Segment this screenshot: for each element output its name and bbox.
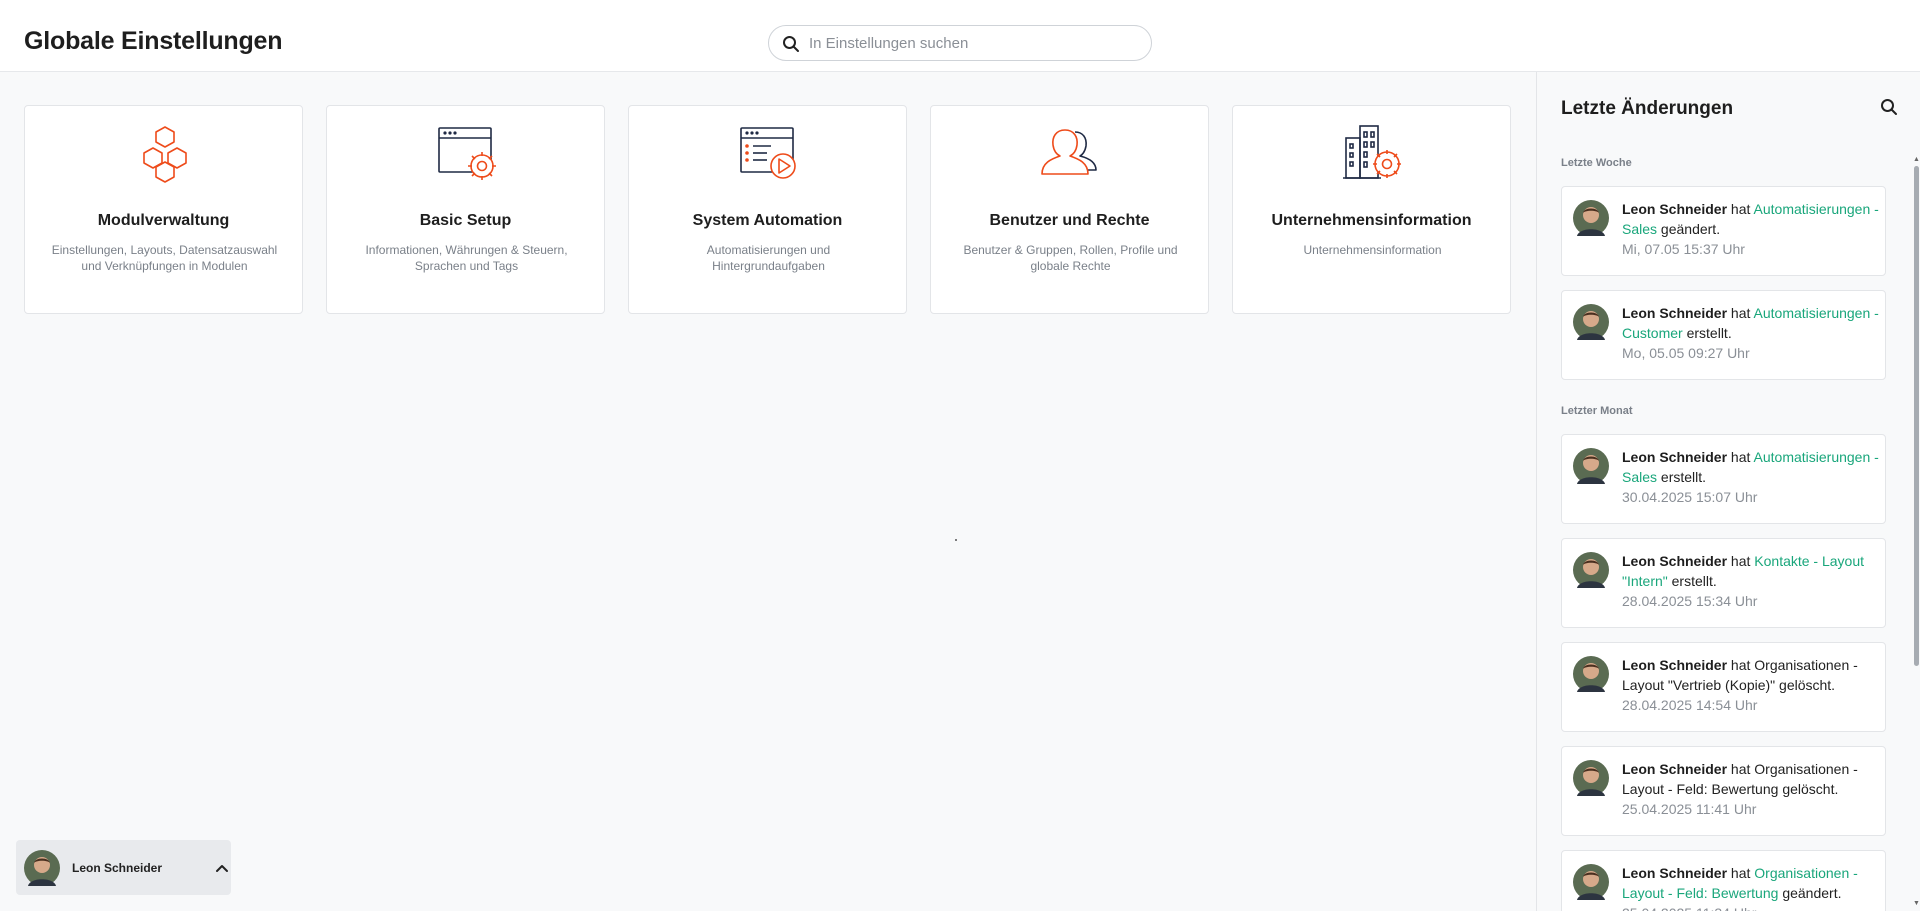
change-item: Leon Schneider hat Organisationen - Layo… bbox=[1561, 746, 1886, 836]
users-icon bbox=[1041, 129, 1097, 175]
avatar bbox=[1573, 864, 1609, 900]
change-text: Leon Schneider hat Organisationen - Layo… bbox=[1622, 863, 1880, 911]
change-action: erstellt. bbox=[1671, 573, 1717, 589]
card-unternehmensinformation[interactable]: Unternehmensinformation Unternehmensinfo… bbox=[1232, 105, 1511, 314]
change-date: Mo, 05.05 09:27 Uhr bbox=[1622, 345, 1750, 361]
change-item: Leon Schneider hat Automatisierungen - C… bbox=[1561, 290, 1886, 380]
change-item: Leon Schneider hat Organisationen - Layo… bbox=[1561, 850, 1886, 911]
card-description: Automatisierungen und Hintergrundaufgabe… bbox=[706, 243, 831, 273]
card-system-automation[interactable]: System Automation Automatisierungen und … bbox=[628, 105, 907, 314]
change-item: Leon Schneider hat Kontakte - Layout "In… bbox=[1561, 538, 1886, 628]
card-description: Unternehmensinformation bbox=[1303, 243, 1442, 257]
change-verb: hat bbox=[1730, 201, 1751, 217]
change-user: Leon Schneider bbox=[1622, 553, 1728, 569]
change-user: Leon Schneider bbox=[1622, 657, 1728, 673]
card-title: Unternehmensinformation bbox=[1271, 212, 1472, 229]
card-modulverwaltung[interactable]: Modulverwaltung Einstellungen, Layouts, … bbox=[24, 105, 303, 314]
page-title: Globale Einstellungen bbox=[24, 27, 283, 55]
group-label: Letzte Woche bbox=[1561, 157, 1632, 169]
group-label: Letzter Monat bbox=[1561, 405, 1633, 417]
avatar bbox=[1573, 656, 1609, 692]
change-date: 28.04.2025 14:54 Uhr bbox=[1622, 697, 1758, 713]
card-title: Basic Setup bbox=[419, 212, 512, 229]
change-user: Leon Schneider bbox=[1622, 449, 1728, 465]
change-date: Mi, 07.05 15:37 Uhr bbox=[1622, 241, 1745, 257]
scrollbar-thumb[interactable] bbox=[1914, 166, 1919, 666]
avatar bbox=[1573, 448, 1609, 484]
user-name: Leon Schneider bbox=[72, 861, 163, 875]
change-verb: hat bbox=[1730, 553, 1751, 569]
change-action: erstellt. bbox=[1686, 325, 1732, 341]
list-play-icon bbox=[740, 127, 796, 179]
change-text: Leon Schneider hat Automatisierungen - S… bbox=[1622, 447, 1880, 507]
hexagon-modules-icon bbox=[143, 126, 187, 183]
change-user: Leon Schneider bbox=[1622, 865, 1728, 881]
card-basic-setup[interactable]: Basic Setup Informationen, Währungen & S… bbox=[326, 105, 605, 314]
window-gear-icon bbox=[438, 127, 496, 180]
avatar bbox=[24, 850, 60, 886]
change-verb: hat bbox=[1730, 305, 1751, 321]
change-action: erstellt. bbox=[1660, 469, 1707, 485]
avatar bbox=[1573, 304, 1609, 340]
change-date: 28.04.2025 15:34 Uhr bbox=[1622, 593, 1758, 609]
decorative-dot bbox=[955, 539, 957, 541]
card-description: Benutzer & Gruppen, Rollen, Profile und … bbox=[963, 243, 1178, 273]
change-date: 30.04.2025 15:07 Uhr bbox=[1622, 489, 1758, 505]
change-action: geändert. bbox=[1660, 221, 1721, 237]
building-gear-icon bbox=[1343, 125, 1401, 179]
change-verb: hat bbox=[1730, 761, 1751, 777]
change-action: gelöscht. bbox=[1779, 677, 1836, 693]
panel-title: Letzte Änderungen bbox=[1561, 98, 1734, 119]
avatar bbox=[1573, 760, 1609, 796]
scroll-down-icon[interactable]: ▼ bbox=[1913, 900, 1920, 907]
card-title: Benutzer und Rechte bbox=[989, 212, 1150, 229]
scroll-up-icon[interactable]: ▲ bbox=[1913, 156, 1920, 163]
change-user: Leon Schneider bbox=[1622, 305, 1728, 321]
card-benutzer-und-rechte[interactable]: Benutzer und Rechte Benutzer & Gruppen, … bbox=[930, 105, 1209, 314]
change-user: Leon Schneider bbox=[1622, 761, 1728, 777]
change-date: 25.04.2025 11:41 Uhr bbox=[1622, 801, 1757, 817]
change-verb: hat bbox=[1730, 865, 1751, 881]
chevron-up-icon bbox=[216, 865, 228, 872]
main-content: Modulverwaltung Einstellungen, Layouts, … bbox=[0, 72, 1536, 911]
change-item: Leon Schneider hat Automatisierungen - S… bbox=[1561, 186, 1886, 276]
change-item: Leon Schneider hat Automatisierungen - S… bbox=[1561, 434, 1886, 524]
search-icon[interactable] bbox=[1879, 97, 1899, 117]
change-text: Leon Schneider hat Kontakte - Layout "In… bbox=[1622, 551, 1880, 611]
change-text: Leon Schneider hat Automatisierungen - S… bbox=[1622, 199, 1880, 259]
change-verb: hat bbox=[1730, 449, 1751, 465]
change-date: 25.04.2025 11:34 Uhr bbox=[1622, 903, 1880, 911]
user-menu-toggle[interactable]: Leon Schneider bbox=[16, 840, 231, 895]
change-item: Leon Schneider hat Organisationen - Layo… bbox=[1561, 642, 1886, 732]
change-action: gelöscht. bbox=[1782, 781, 1839, 797]
change-text: Leon Schneider hat Automatisierungen - C… bbox=[1622, 303, 1880, 363]
change-verb: hat bbox=[1730, 657, 1751, 673]
card-description: Einstellungen, Layouts, Datensatzauswahl… bbox=[51, 243, 278, 273]
top-header: Globale Einstellungen bbox=[0, 0, 1920, 72]
avatar bbox=[1573, 200, 1609, 236]
search-icon bbox=[783, 36, 799, 52]
card-title: Modulverwaltung bbox=[97, 212, 230, 229]
card-title: System Automation bbox=[692, 212, 843, 229]
panel-scrollbar[interactable]: ▲ ▼ bbox=[1912, 156, 1920, 911]
change-action: geändert. bbox=[1782, 885, 1842, 901]
recent-changes-panel: Letzte Änderungen Letzte Woche Leon Schn… bbox=[1536, 72, 1920, 911]
change-user: Leon Schneider bbox=[1622, 201, 1728, 217]
card-description: Informationen, Währungen & Steuern, Spra… bbox=[365, 243, 568, 273]
settings-search-input[interactable] bbox=[809, 26, 1139, 60]
change-text: Leon Schneider hat Organisationen - Layo… bbox=[1622, 759, 1880, 819]
change-text: Leon Schneider hat Organisationen - Layo… bbox=[1622, 655, 1880, 715]
avatar bbox=[1573, 552, 1609, 588]
settings-search-box[interactable] bbox=[768, 25, 1152, 61]
